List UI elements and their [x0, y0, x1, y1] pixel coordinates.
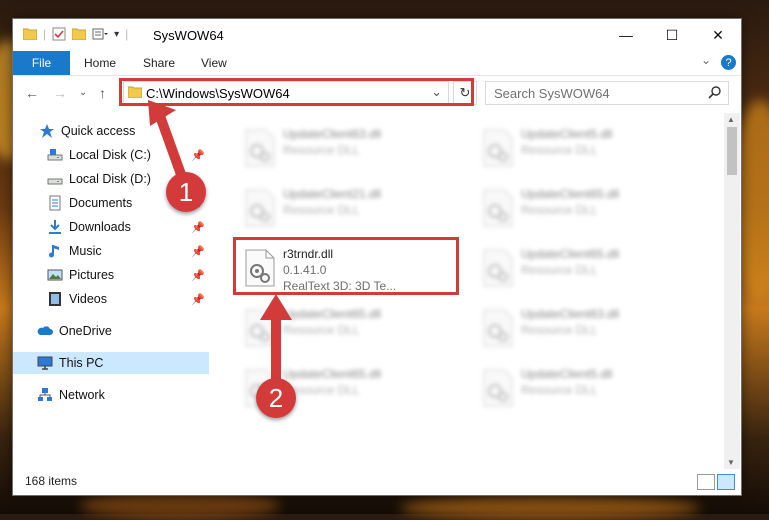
callout-2: 2 [256, 378, 296, 418]
annotation-arrows [148, 100, 292, 385]
callout-1: 1 [166, 172, 206, 212]
